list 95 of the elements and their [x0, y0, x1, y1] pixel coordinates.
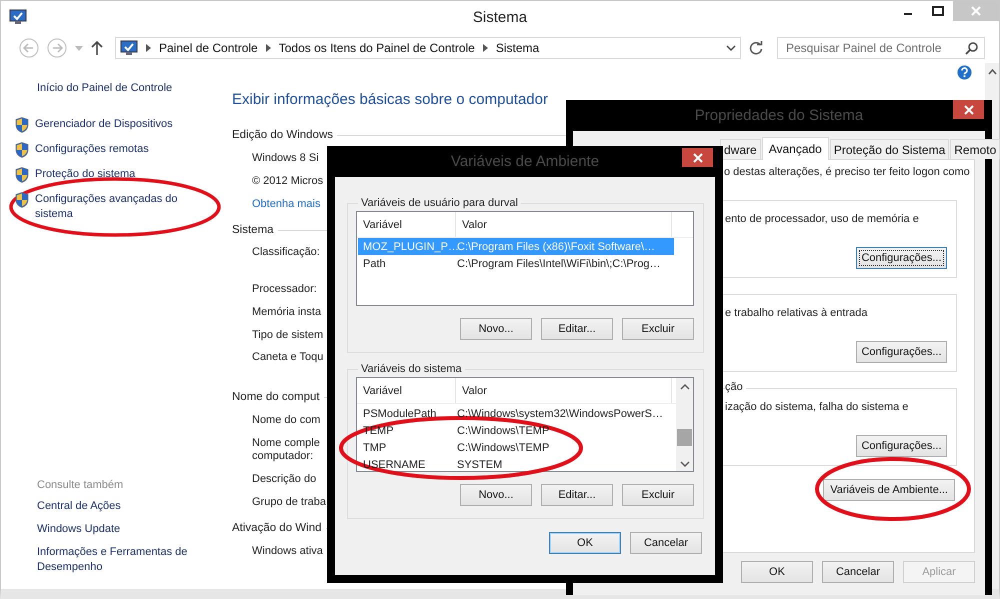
shield-icon: [15, 142, 29, 158]
help-icon[interactable]: [957, 65, 972, 80]
info-label: © 2012 Micros: [252, 174, 324, 186]
section-title: Nome do comput: [232, 391, 320, 403]
settings-button[interactable]: Configurações...: [856, 247, 947, 269]
breadcrumb[interactable]: Sistema: [496, 41, 540, 55]
tab[interactable]: dware: [720, 139, 761, 159]
sidebar-link[interactable]: Proteção do sistema: [35, 167, 195, 182]
sidebar-link[interactable]: Informações e Ferramentas de Desempenho: [37, 545, 232, 575]
breadcrumb[interactable]: Painel de Controle: [159, 41, 258, 55]
scroll-up-icon[interactable]: [680, 384, 690, 390]
scroll-up-icon[interactable]: [988, 69, 996, 75]
up-arrow-icon[interactable]: [91, 41, 103, 55]
maximize-icon: [932, 6, 944, 16]
dialog-button[interactable]: Excluir: [622, 318, 694, 340]
column-header[interactable]: Valor: [456, 378, 672, 403]
refresh-icon[interactable]: [749, 41, 763, 55]
shield-icon: [15, 192, 29, 208]
sidebar-link[interactable]: Configurações remotas: [35, 142, 195, 157]
chevron-icon: [482, 44, 488, 52]
info-label: Memória insta: [252, 306, 322, 318]
list-row[interactable]: PSModulePath C:\Windows\system32\WindowsPowerS…: [358, 405, 674, 422]
scroll-thumb[interactable]: [677, 429, 692, 446]
info-label: Grupo de traba: [252, 496, 326, 508]
section-title: Ativação do Wind: [232, 522, 322, 534]
sidebar-link[interactable]: Central de Ações: [37, 499, 232, 514]
list-row[interactable]: Path C:\Program Files\Intel\WiFi\bin\;C:\Prog…: [358, 255, 674, 272]
dialog-button[interactable]: Excluir: [622, 484, 694, 506]
computer-icon: [120, 40, 138, 56]
info-text: o destas alterações, é preciso ter feito logon como: [723, 166, 970, 178]
chevron-icon: [146, 44, 151, 52]
dialog-title: Propriedades do Sistema: [694, 107, 864, 124]
section-title: Consulte também: [37, 479, 124, 491]
settings-button[interactable]: Configurações...: [856, 341, 947, 363]
sidebar-link[interactable]: Gerenciador de Dispositivos: [35, 117, 195, 132]
dropdown-icon[interactable]: [726, 45, 736, 51]
group-label: Variáveis do sistema: [360, 363, 463, 375]
window-title: Sistema: [472, 8, 528, 26]
dialog-button[interactable]: Editar...: [541, 484, 613, 506]
info-text: ização do sistema, falha do sistema e: [725, 401, 910, 413]
info-label: Descrição do: [252, 472, 316, 484]
info-label: Classificação:: [252, 246, 320, 258]
column-header[interactable]: Variável: [357, 212, 456, 237]
dialog-button[interactable]: Editar...: [541, 318, 613, 340]
info-label: Processador:: [252, 282, 317, 294]
info-label: Nome do com: [252, 414, 320, 426]
shield-icon: [15, 117, 29, 133]
close-button[interactable]: [682, 148, 713, 167]
list-row[interactable]: USERNAME SYSTEM: [358, 456, 674, 471]
list-row[interactable]: TMP C:\Windows\TEMP: [358, 439, 674, 456]
scroll-down-icon[interactable]: [680, 461, 690, 467]
chevron-icon: [266, 44, 271, 52]
close-icon: [964, 104, 974, 114]
dialog-button[interactable]: Cancelar: [822, 561, 894, 583]
group-label: ção: [725, 381, 746, 393]
info-label: Windows ativa: [252, 544, 323, 556]
info-label: Caneta e Toqu: [252, 351, 324, 363]
info-text: e trabalho relativas à entrada: [725, 307, 868, 319]
settings-button[interactable]: Configurações...: [856, 435, 947, 457]
info-link[interactable]: Obtenha mais: [252, 198, 320, 210]
dialog-button[interactable]: Novo...: [460, 318, 532, 340]
computer-icon: [9, 9, 27, 25]
dialog-title: Variáveis de Ambiente: [450, 153, 600, 170]
dialog-button[interactable]: OK: [549, 532, 621, 554]
search-icon: [965, 42, 978, 54]
column-header[interactable]: Valor: [456, 212, 672, 237]
dialog-button[interactable]: OK: [741, 561, 813, 583]
search-field[interactable]: Pesquisar Painel de Controle: [777, 37, 985, 59]
info-label: Nome comple: [252, 436, 320, 448]
group-label: Variáveis de usuário para durval: [360, 197, 519, 209]
close-button[interactable]: [953, 100, 984, 119]
info-label: Windows 8 Si: [252, 152, 319, 164]
breadcrumb[interactable]: Todos os Itens do Painel de Controle: [278, 41, 475, 55]
column-header[interactable]: Variável: [357, 378, 456, 403]
close-icon: [692, 152, 702, 162]
dialog-button[interactable]: Novo...: [460, 484, 532, 506]
sidebar-link[interactable]: Windows Update: [37, 522, 232, 537]
tab[interactable]: Proteção do Sistema: [830, 139, 950, 159]
section-title: Sistema: [232, 224, 274, 236]
info-text: ento de processador, uso de memória e: [725, 213, 920, 225]
scrollbar[interactable]: [676, 378, 693, 471]
dialog-button[interactable]: Cancelar: [630, 532, 702, 554]
info-label: Tipo de sistem: [252, 328, 324, 340]
tab[interactable]: Avançado: [762, 137, 829, 160]
address-bar[interactable]: Painel de Controle Todos os Itens do Painel de Controle Sistema: [115, 37, 741, 59]
close-icon: [971, 6, 981, 16]
minimize-icon: [904, 13, 912, 15]
info-label: computador:: [252, 450, 314, 462]
sidebar-link[interactable]: Início do Painel de Controle: [37, 82, 232, 94]
environment-variables-button[interactable]: Variáveis de Ambiente...: [823, 479, 955, 501]
shield-icon: [15, 167, 29, 183]
list-row[interactable]: TEMP C:\Windows\TEMP: [358, 422, 674, 439]
section-title: Edição do Windows: [232, 129, 333, 141]
page-heading: Exibir informações básicas sobre o computador: [232, 91, 549, 108]
tab[interactable]: Remoto: [950, 139, 1000, 159]
